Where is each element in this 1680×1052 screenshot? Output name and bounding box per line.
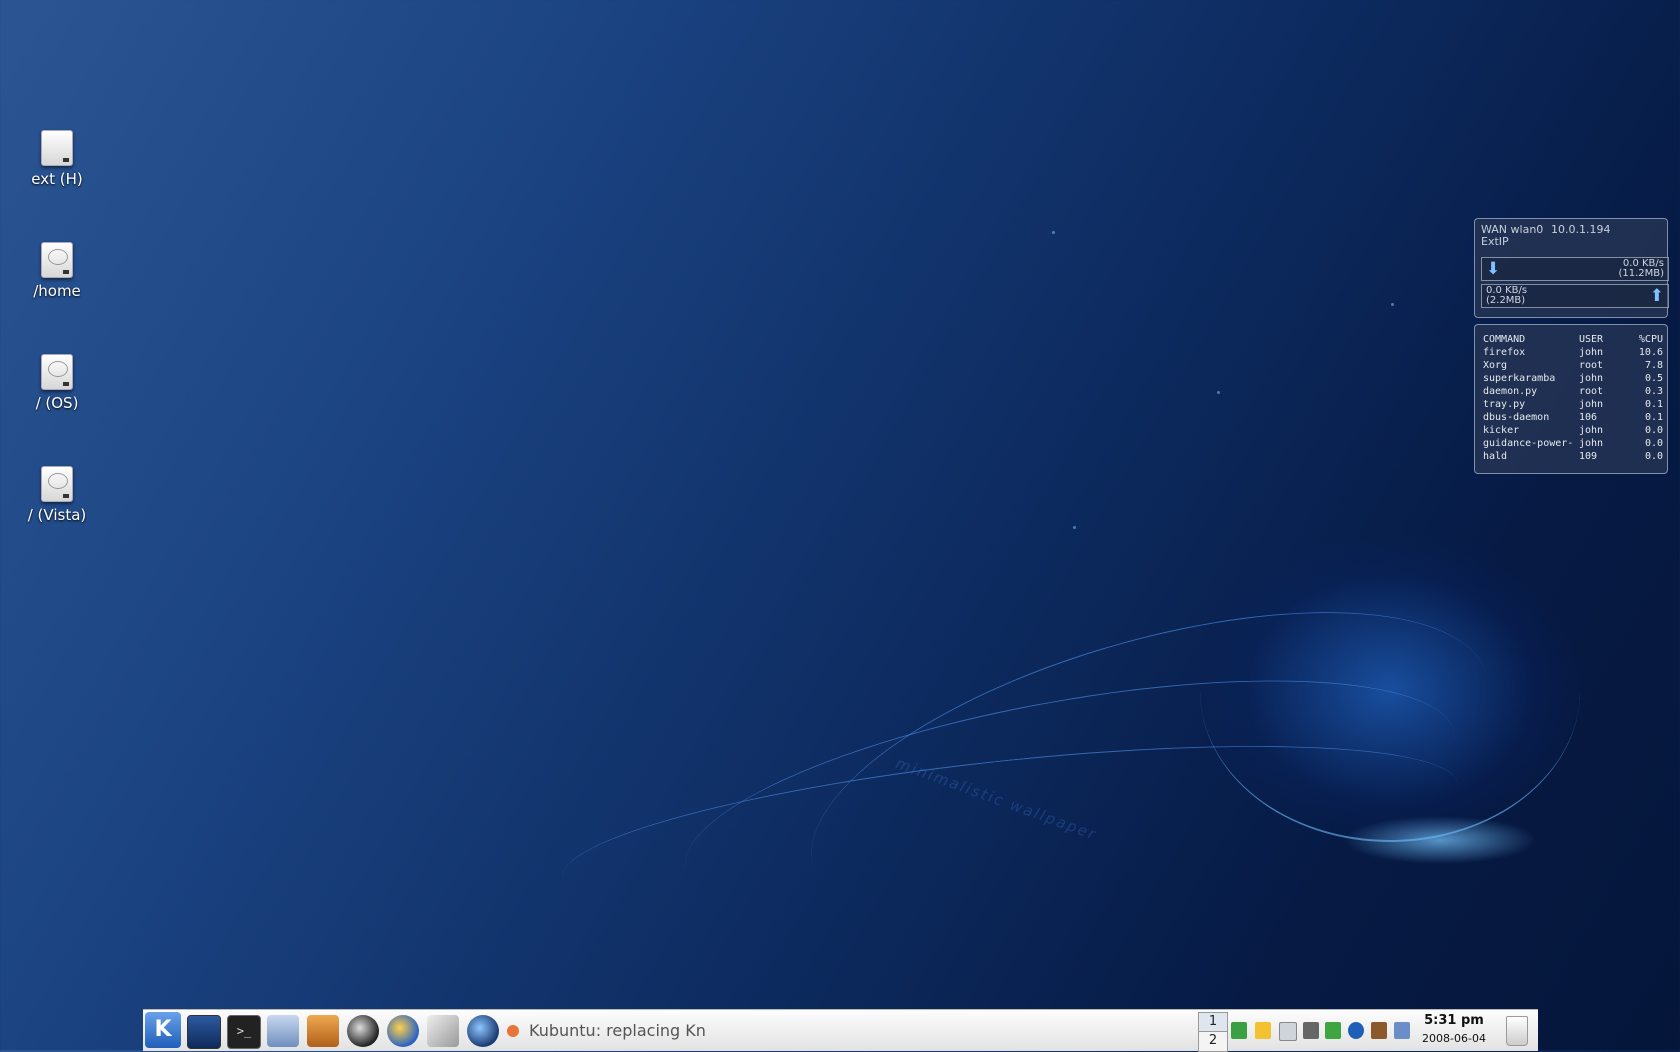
process-user: john: [1579, 347, 1604, 358]
hard-drive-icon: [41, 242, 73, 278]
network-extip-label: ExtIP: [1481, 235, 1509, 248]
removable-drive-icon: [41, 130, 73, 166]
process-user: 109: [1579, 451, 1598, 462]
user-switcher-icon[interactable]: [1394, 1022, 1410, 1039]
process-user: john: [1579, 399, 1604, 410]
table-row: Xorg root 7.8: [1483, 359, 1663, 372]
folder-icon[interactable]: [1255, 1022, 1271, 1039]
download-meter: ⬇ 0.0 KB/s (11.2MB): [1481, 257, 1669, 281]
download-total: (11.2MB): [1618, 268, 1664, 279]
taskbar-window-button[interactable]: Kubuntu: replacing Kn: [507, 1016, 887, 1046]
process-user: john: [1579, 425, 1604, 436]
k-menu-button[interactable]: K: [145, 1012, 181, 1048]
table-row: guidance-power-john 0.0: [1483, 437, 1663, 450]
process-command: daemon.py: [1483, 386, 1538, 397]
process-cpu: 0.1: [1644, 412, 1663, 423]
column-header-command: COMMAND: [1483, 334, 1526, 345]
desktop-icon-os[interactable]: / (OS): [7, 354, 107, 412]
process-command: kicker: [1483, 425, 1520, 436]
clock-time: 5:31 pm: [1424, 1013, 1484, 1028]
volume-icon[interactable]: [1231, 1022, 1247, 1039]
desktop-pager: 1 2: [1198, 1012, 1228, 1052]
upload-total: (2.2MB): [1486, 295, 1526, 306]
show-desktop-icon[interactable]: [187, 1015, 221, 1049]
clipboard-icon[interactable]: [1279, 1022, 1297, 1041]
trash-icon[interactable]: [1506, 1016, 1528, 1046]
desktop-icon-label: /home: [33, 282, 81, 300]
pager-desktop-1[interactable]: 1: [1199, 1013, 1227, 1032]
hard-drive-icon: [41, 354, 73, 390]
wallet-icon[interactable]: [1371, 1022, 1387, 1039]
process-cpu: 0.0: [1644, 438, 1663, 449]
process-command: hald: [1483, 451, 1508, 462]
network-ip-address: 10.0.1.194: [1551, 223, 1611, 236]
process-cpu: 0.0: [1644, 425, 1663, 436]
process-user: john: [1579, 373, 1604, 384]
process-command: Xorg: [1483, 360, 1508, 371]
process-cpu: 0.1: [1644, 399, 1663, 410]
firefox-icon: [507, 1025, 519, 1037]
process-user: root: [1579, 360, 1604, 371]
process-cpu: 0.5: [1644, 373, 1663, 384]
hard-drive-icon: [41, 466, 73, 502]
desktop-icon-label: / (OS): [35, 394, 79, 412]
network-monitor-widget[interactable]: WAN wlan0 10.0.1.194 ExtIP ⬇ 0.0 KB/s (1…: [1474, 218, 1669, 318]
desktop-icon-label: / (Vista): [27, 506, 87, 524]
process-table: COMMAND USER %CPU firefox john 10.6 Xorg ro…: [1483, 333, 1663, 463]
table-row: kicker john 0.0: [1483, 424, 1663, 437]
wallpaper-star: [1073, 526, 1076, 529]
process-command: tray.py: [1483, 399, 1526, 410]
wallpaper-star: [1217, 391, 1220, 394]
wallpaper-swoosh: [1200, 540, 1580, 842]
desktop-icon-ext-h[interactable]: ext (H): [7, 130, 107, 188]
text-editor-icon[interactable]: [427, 1015, 459, 1047]
process-cpu: 7.8: [1644, 360, 1663, 371]
process-user: 106: [1579, 412, 1598, 423]
process-command: dbus-daemon: [1483, 412, 1550, 423]
process-user: john: [1579, 438, 1604, 449]
table-row: dbus-daemon 106 0.1: [1483, 411, 1663, 424]
desktop-icon-vista[interactable]: / (Vista): [7, 466, 107, 524]
process-cpu: 0.0: [1644, 451, 1663, 462]
amarok-player-icon[interactable]: [467, 1015, 499, 1047]
process-user: root: [1579, 386, 1604, 397]
clock-date: 2008-06-04: [1422, 1032, 1486, 1045]
network-manager-icon[interactable]: [1303, 1022, 1319, 1039]
column-header-cpu: %CPU: [1638, 334, 1663, 345]
download-arrow-icon: ⬇: [1486, 259, 1501, 279]
terminal-icon[interactable]: >_: [227, 1015, 261, 1049]
table-row: hald 109 0.0: [1483, 450, 1663, 463]
taskbar-window-title: Kubuntu: replacing Kn: [529, 1021, 706, 1040]
table-row: daemon.py root 0.3: [1483, 385, 1663, 398]
wallpaper-star: [1391, 303, 1394, 306]
wallpaper-star: [1052, 231, 1055, 234]
pager-desktop-2[interactable]: 2: [1199, 1032, 1227, 1050]
upload-meter: 0.0 KB/s (2.2MB) ⬆: [1481, 284, 1669, 308]
desktop-icon-label: ext (H): [31, 170, 83, 188]
process-command: guidance-power-: [1483, 438, 1574, 449]
package-manager-icon[interactable]: [307, 1015, 339, 1047]
table-row: firefox john 10.6: [1483, 346, 1663, 359]
konqueror-browser-icon[interactable]: [347, 1015, 379, 1047]
process-cpu: 10.6: [1638, 347, 1663, 358]
process-command: superkaramba: [1483, 373, 1556, 384]
table-row: tray.py john 0.1: [1483, 398, 1663, 411]
battery-icon[interactable]: [1325, 1022, 1341, 1039]
kicker-panel: K >_ Kubuntu: replacing Kn 1 2 5:31 pm 2…: [143, 1009, 1538, 1052]
process-monitor-widget[interactable]: COMMAND USER %CPU firefox john 10.6 Xorg ro…: [1474, 324, 1668, 474]
table-row: superkaramba john 0.5: [1483, 372, 1663, 385]
column-header-user: USER: [1579, 334, 1604, 345]
process-cpu: 0.3: [1644, 386, 1663, 397]
process-table-header: COMMAND USER %CPU: [1483, 333, 1663, 346]
kde-updates-icon[interactable]: [1348, 1022, 1364, 1039]
upload-arrow-icon: ⬆: [1649, 286, 1664, 306]
firefox-icon[interactable]: [387, 1015, 419, 1047]
clock[interactable]: 5:31 pm 2008-06-04: [1418, 1013, 1490, 1045]
system-settings-icon[interactable]: [267, 1015, 299, 1047]
process-command: firefox: [1483, 347, 1526, 358]
desktop-icon-home[interactable]: /home: [7, 242, 107, 300]
